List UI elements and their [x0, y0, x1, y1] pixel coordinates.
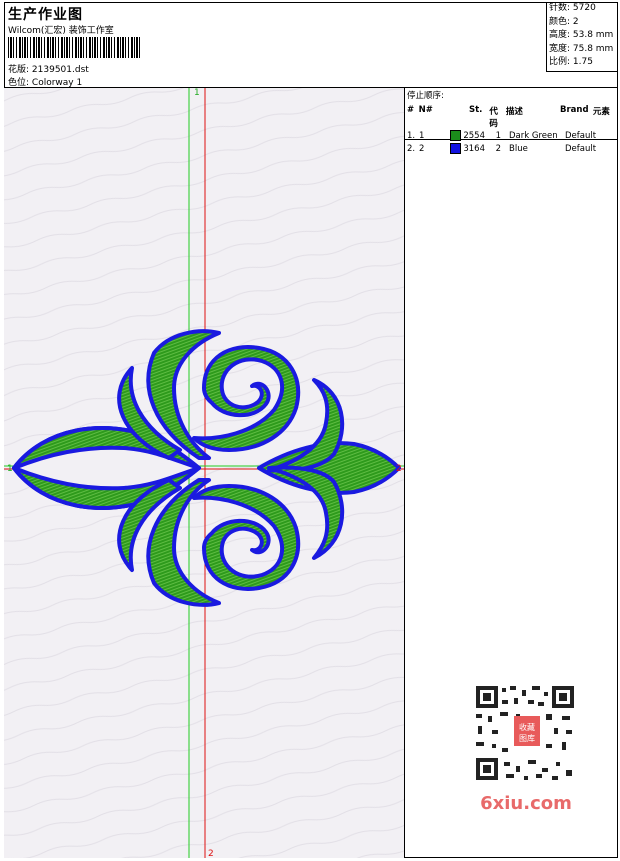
colorway-value: Colorway 1 [31, 78, 83, 88]
col-number: N# [418, 105, 433, 115]
watermark: 收藏 图库 6xiu.com [466, 682, 586, 822]
seal-text: 图库 [519, 733, 535, 743]
row-stitches: 3164 [447, 143, 485, 154]
qr-code-watermark: 收藏 图库 6xiu.com [466, 682, 584, 814]
row-description: Dark Green [509, 130, 558, 141]
marker-top: 1 [194, 88, 200, 98]
row-stitches: 2554 [447, 130, 485, 141]
stat-width: 宽度: 75.8 mm [549, 43, 614, 54]
row-brand: Default [565, 143, 597, 154]
col-index: # [407, 105, 415, 115]
table-row[interactable]: 2. 2 3164 2 Blue Default [405, 142, 618, 155]
stats-box: 针数: 5720 颜色: 2 高度: 53.8 mm 宽度: 75.8 mm 比… [546, 2, 618, 72]
row-index: 1. [407, 130, 416, 141]
row-number-value: 2 [419, 143, 425, 154]
row-number: 1 [419, 131, 447, 141]
row-number: 2 [419, 144, 447, 154]
stat-colors: 颜色: 2 [549, 16, 579, 27]
row-index: 2. [407, 143, 416, 154]
row-code: 1 [495, 130, 501, 141]
row-stitch-count: 2554 [463, 131, 485, 141]
header: 生产作业图 Wilcom(汇宏) 装饰工作室 花版: 2139501.dst 色… [4, 2, 618, 88]
row-brand: Default [565, 130, 597, 141]
col-element: 元素 [592, 107, 610, 117]
color-swatch [450, 130, 462, 141]
stop-sequence-table: 停止顺序: # N# St. 代码 描述 Brand 元素 1. 1 2554 … [405, 88, 618, 154]
col-code: 代码 [489, 107, 498, 129]
design-label: 花版: [8, 65, 30, 75]
table-header: # N# St. 代码 描述 Brand 元素 [405, 105, 618, 129]
col-brand: Brand [560, 105, 589, 115]
col-description: 描述 [505, 107, 523, 117]
page-title: 生产作业图 [8, 7, 83, 23]
row-description: Blue [509, 143, 528, 154]
marker-bottom: 2 [208, 849, 214, 858]
company-name: Wilcom(汇宏) 装饰工作室 [8, 26, 114, 36]
seal-text: 收藏 [519, 722, 535, 732]
table-row[interactable]: 1. 1 2554 1 Dark Green Default [405, 129, 618, 142]
design-row: 花版: 2139501.dst [8, 62, 89, 75]
color-swatch [450, 143, 462, 154]
row-number-value: 1 [419, 130, 425, 141]
row-code: 2 [495, 143, 501, 154]
stop-sequence-title: 停止顺序: [407, 91, 444, 101]
design-canvas[interactable]: 1 2 1 2 [4, 88, 405, 858]
barcode [8, 37, 142, 58]
design-file: 2139501.dst [31, 65, 89, 75]
colorway-row: 色位: Colorway 1 [8, 75, 82, 88]
marker-left: 1 [7, 464, 13, 474]
watermark-text: 6xiu.com [480, 793, 572, 814]
colorway-label: 色位: [8, 78, 30, 88]
col-stitches: St. [468, 105, 483, 115]
row-stitch-count: 3164 [463, 144, 485, 154]
embroidery-preview: 1 2 1 2 [4, 88, 404, 858]
stat-height: 高度: 53.8 mm [549, 30, 614, 40]
stat-ratio: 比例: 1.75 [549, 57, 593, 67]
marker-right: 2 [396, 464, 402, 474]
stat-stitches: 针数: 5720 [549, 3, 596, 13]
